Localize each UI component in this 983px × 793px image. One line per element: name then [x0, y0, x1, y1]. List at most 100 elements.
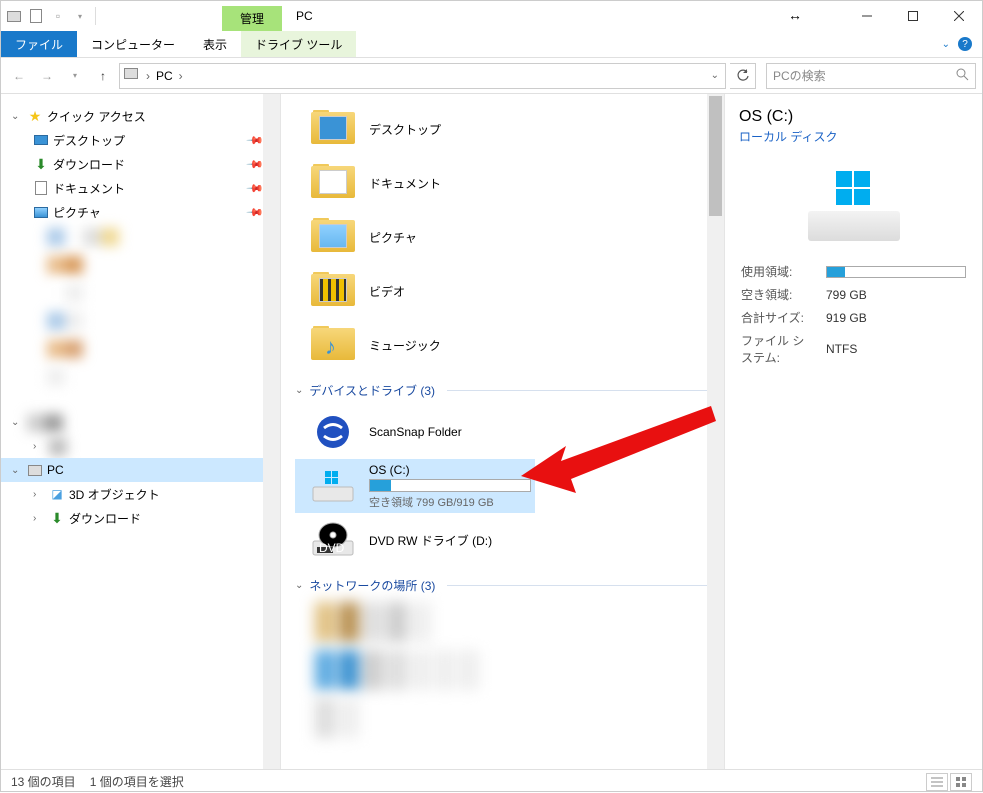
close-button[interactable] [936, 1, 982, 31]
qat-new-icon[interactable]: ▫ [49, 7, 67, 25]
sidebar-item-pc[interactable]: ⌄ PC [1, 458, 280, 482]
details-pane: OS (C:) ローカル ディスク 使用領域: 空き領域:799 GB 合計サイ… [724, 94, 982, 769]
details-subtitle: ローカル ディスク [739, 128, 968, 145]
chevron-right-icon[interactable]: › [177, 69, 185, 83]
content-scrollbar[interactable] [707, 94, 724, 769]
maximize-button[interactable] [890, 1, 936, 31]
tab-computer[interactable]: コンピューター [77, 31, 189, 57]
sidebar-item-documents[interactable]: ドキュメント 📌 [1, 176, 280, 200]
redacted-item [47, 256, 260, 274]
sidebar-item-label: ドキュメント [53, 180, 125, 197]
tab-view[interactable]: 表示 [189, 31, 241, 57]
sidebar-item-redacted[interactable]: › [1, 434, 280, 458]
ribbon-tabs: ファイル コンピューター 表示 ドライブ ツール ⌄ ? [1, 31, 982, 58]
group-header-devices[interactable]: ⌄ デバイスとドライブ (3) [295, 382, 710, 399]
search-input[interactable]: PCの検索 [766, 63, 976, 89]
sidebar-item-downloads[interactable]: › ⬇ ダウンロード [1, 506, 280, 530]
collapse-icon[interactable]: ⌄ [11, 111, 23, 122]
sidebar-onedrive[interactable]: ⌄ [1, 410, 280, 434]
forward-button[interactable]: → [35, 64, 59, 88]
property-key: ファイル システム: [741, 330, 814, 368]
sidebar-item-pictures[interactable]: ピクチャ 📌 [1, 200, 280, 224]
folder-label: ビデオ [369, 283, 405, 300]
folder-item-desktop[interactable]: デスクトップ [295, 102, 710, 156]
contextual-tab-header: 管理 [222, 6, 282, 31]
svg-text:DVD: DVD [319, 541, 345, 555]
device-label: ScanSnap Folder [369, 425, 462, 439]
sidebar-item-desktop[interactable]: デスクトップ 📌 [1, 128, 280, 152]
redacted-item [315, 698, 710, 738]
window-controls [844, 1, 982, 31]
property-row: 空き領域:799 GB [741, 284, 966, 305]
pin-icon: 📌 [246, 131, 265, 150]
ribbon-expand-icon[interactable]: ⌄ [942, 39, 950, 50]
breadcrumb-pc[interactable]: PC [152, 69, 177, 83]
property-value: 919 GB [816, 307, 966, 328]
sidebar-scrollbar[interactable] [263, 94, 280, 769]
property-row: ファイル システム:NTFS [741, 330, 966, 368]
sidebar-item-3d-objects[interactable]: › ◪ 3D オブジェクト [1, 482, 280, 506]
property-value [816, 261, 966, 282]
app-icon [311, 413, 355, 451]
qat-properties-icon[interactable] [27, 7, 45, 25]
desktop-icon [33, 132, 49, 148]
property-value: NTFS [816, 330, 966, 368]
details-properties: 使用領域: 空き領域:799 GB 合計サイズ:919 GB ファイル システム… [739, 259, 968, 370]
tab-file[interactable]: ファイル [1, 31, 77, 57]
device-label: OS (C:) [369, 463, 531, 477]
star-icon: ★ [27, 108, 43, 124]
address-bar[interactable]: › PC › ⌄ [119, 63, 726, 89]
help-icon[interactable]: ? [958, 37, 972, 51]
sidebar-quick-access[interactable]: ⌄ ★ クイック アクセス [1, 104, 280, 128]
usage-bar [369, 479, 531, 492]
chevron-down-icon: ⌄ [295, 580, 303, 591]
device-item-dvd[interactable]: DVD DVD RW ドライブ (D:) [295, 513, 710, 567]
expand-icon[interactable]: › [33, 441, 45, 452]
recent-dropdown[interactable]: ▾ [63, 64, 87, 88]
device-item-scansnap[interactable]: ScanSnap Folder [295, 405, 710, 459]
address-dropdown-icon[interactable]: ⌄ [709, 70, 721, 81]
group-header-network[interactable]: ⌄ ネットワークの場所 (3) [295, 577, 710, 594]
redacted-item [47, 368, 260, 386]
up-button[interactable]: ↑ [91, 64, 115, 88]
collapse-icon[interactable]: ⌄ [11, 465, 23, 476]
folder-item-music[interactable]: ♪ ミュージック [295, 318, 710, 372]
property-value: 799 GB [816, 284, 966, 305]
navigation-bar: ← → ▾ ↑ › PC › ⌄ PCの検索 [1, 58, 982, 94]
download-icon: ⬇ [33, 156, 49, 172]
sidebar-item-label: 3D オブジェクト [69, 486, 160, 503]
drive-icon [311, 467, 355, 505]
property-row: 合計サイズ:919 GB [741, 307, 966, 328]
redacted-item [47, 284, 260, 302]
chevron-right-icon[interactable]: › [144, 69, 152, 83]
folder-item-pictures[interactable]: ピクチャ [295, 210, 710, 264]
pin-icon: 📌 [246, 179, 265, 198]
expand-icon[interactable]: › [33, 513, 45, 524]
folder-item-videos[interactable]: ビデオ [295, 264, 710, 318]
resize-icon: ↔ [788, 7, 802, 23]
folder-icon [311, 110, 355, 148]
sidebar-item-label: クイック アクセス [47, 108, 146, 125]
view-details-button[interactable] [926, 773, 948, 791]
folder-item-documents[interactable]: ドキュメント [295, 156, 710, 210]
view-icons-button[interactable] [950, 773, 972, 791]
redacted-item [47, 340, 260, 358]
pc-icon [124, 68, 140, 84]
expand-icon[interactable]: › [33, 489, 45, 500]
qat-dropdown-icon[interactable]: ▾ [71, 7, 89, 25]
chevron-down-icon: ⌄ [295, 385, 303, 396]
folder-label: ミュージック [369, 337, 441, 354]
status-selected-count: 1 個の項目を選択 [90, 773, 184, 790]
device-item-os-c[interactable]: OS (C:) 空き領域 799 GB/919 GB [295, 459, 535, 513]
refresh-button[interactable] [730, 63, 756, 89]
folder-icon [311, 164, 355, 202]
pc-icon [5, 7, 23, 25]
sidebar-item-downloads[interactable]: ⬇ ダウンロード 📌 [1, 152, 280, 176]
tab-drive-tools[interactable]: ドライブ ツール [241, 31, 356, 57]
back-button[interactable]: ← [7, 64, 31, 88]
usage-bar [826, 266, 966, 278]
collapse-icon[interactable]: ⌄ [11, 417, 23, 428]
search-placeholder: PCの検索 [773, 67, 826, 84]
folder-label: ピクチャ [369, 229, 417, 246]
minimize-button[interactable] [844, 1, 890, 31]
